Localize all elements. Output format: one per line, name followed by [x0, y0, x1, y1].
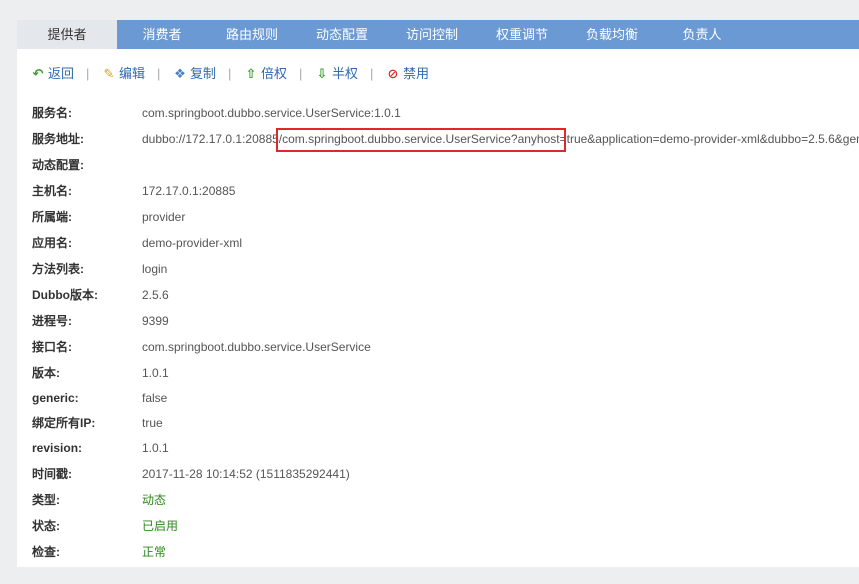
detail-row-methods: 方法列表: login	[32, 256, 859, 282]
toolbar-separator: |	[370, 66, 374, 81]
detail-row-generic: generic: false	[32, 385, 859, 411]
field-label: 所属端:	[32, 210, 72, 224]
detail-row-service-name: 服务名: com.springboot.dubbo.service.UserSe…	[32, 100, 859, 126]
detail-row-interface: 接口名: com.springboot.dubbo.service.UserSe…	[32, 334, 859, 360]
field-label: Dubbo版本:	[32, 288, 98, 302]
field-label: 进程号:	[32, 314, 72, 328]
forbid-label: 禁用	[403, 66, 430, 81]
provider-detail-panel: 提供者 消费者 路由规则 动态配置 访问控制 权重调节 负载均衡 负责人 ↶ 返回…	[17, 20, 859, 567]
detail-row-check: 检查: 正常	[32, 539, 859, 565]
toolbar-separator: |	[157, 66, 161, 81]
detail-row-timestamp: 时间戳: 2017-11-28 10:14:52 (1511835292441)	[32, 461, 859, 487]
arrow-up-icon: ⇧	[245, 66, 257, 81]
back-arrow-icon: ↶	[32, 66, 44, 81]
detail-row-bind-all-ip: 绑定所有IP: true	[32, 410, 859, 436]
tab-access-control[interactable]: 访问控制	[387, 20, 477, 49]
forbid-button[interactable]: ⊘ 禁用	[386, 64, 429, 84]
copy-button[interactable]: ❖ 复制	[173, 64, 216, 84]
tab-weights[interactable]: 权重调节	[477, 20, 567, 49]
field-label: 服务名:	[32, 106, 72, 120]
field-value: true	[142, 416, 163, 430]
copy-icon: ❖	[174, 66, 186, 81]
detail-row-status: 状态: 已启用	[32, 513, 859, 539]
field-label: 主机名:	[32, 184, 72, 198]
field-value: provider	[142, 210, 186, 224]
arrow-down-icon: ⇩	[316, 66, 328, 81]
detail-row-host: 主机名: 172.17.0.1:20885	[32, 178, 859, 204]
check-status: 正常	[142, 545, 167, 559]
field-value: 9399	[142, 314, 169, 328]
field-value: 2017-11-28 10:14:52 (1511835292441)	[142, 467, 350, 481]
back-label: 返回	[48, 66, 75, 81]
detail-row-application: 应用名: demo-provider-xml	[32, 230, 859, 256]
field-value: 172.17.0.1:20885	[142, 184, 236, 198]
field-label: 方法列表:	[32, 262, 84, 276]
pencil-icon: ✎	[103, 66, 115, 81]
detail-row-dubbo-version: Dubbo版本: 2.5.6	[32, 282, 859, 308]
field-value: 2.5.6	[142, 288, 169, 302]
edit-label: 编辑	[119, 66, 146, 81]
toolbar-separator: |	[86, 66, 90, 81]
tab-load-balance[interactable]: 负载均衡	[567, 20, 657, 49]
field-label: 时间戳:	[32, 467, 72, 481]
tab-owners[interactable]: 负责人	[657, 20, 747, 49]
double-weight-button[interactable]: ⇧ 倍权	[244, 64, 287, 84]
field-label: revision:	[32, 441, 83, 455]
tab-providers[interactable]: 提供者	[17, 20, 117, 49]
forbid-icon: ⊘	[387, 66, 399, 81]
detail-row-version: 版本: 1.0.1	[32, 360, 859, 386]
action-toolbar: ↶ 返回 | ✎ 编辑 | ❖ 复制 | ⇧ 倍权 | ⇩ 半权 | ⊘ 禁用	[31, 64, 859, 84]
tab-routes[interactable]: 路由规则	[207, 20, 297, 49]
highlight-annotation-box	[276, 128, 566, 152]
back-button[interactable]: ↶ 返回	[31, 64, 74, 84]
field-label: 检查:	[32, 545, 60, 559]
field-label: 类型:	[32, 493, 60, 507]
toolbar-separator: |	[228, 66, 232, 81]
detail-row-type: 类型: 动态	[32, 487, 859, 513]
field-value: 1.0.1	[142, 366, 169, 380]
tab-consumers[interactable]: 消费者	[117, 20, 207, 49]
toolbar-separator: |	[299, 66, 303, 81]
field-label: 动态配置:	[32, 158, 84, 172]
field-value: demo-provider-xml	[142, 236, 243, 250]
detail-row-revision: revision: 1.0.1	[32, 435, 859, 461]
field-value: login	[142, 262, 168, 276]
field-label: 版本:	[32, 366, 60, 380]
tab-dynamic-config[interactable]: 动态配置	[297, 20, 387, 49]
field-value: 1.0.1	[142, 441, 169, 455]
field-label: 服务地址:	[32, 132, 84, 146]
field-label: 状态:	[32, 519, 60, 533]
field-label: 应用名:	[32, 236, 72, 250]
type-value: 动态	[142, 493, 167, 507]
detail-row-side: 所属端: provider	[32, 204, 859, 230]
tab-bar: 提供者 消费者 路由规则 动态配置 访问控制 权重调节 负载均衡 负责人	[17, 20, 859, 49]
edit-button[interactable]: ✎ 编辑	[102, 64, 145, 84]
field-label: 接口名:	[32, 340, 72, 354]
field-label: 绑定所有IP:	[32, 416, 96, 430]
field-value: false	[142, 391, 168, 405]
field-value: com.springboot.dubbo.service.UserService…	[142, 106, 401, 120]
field-label: generic:	[32, 391, 79, 405]
half-weight-label: 半权	[332, 66, 359, 81]
status-badge: 已启用	[142, 519, 179, 533]
detail-row-pid: 进程号: 9399	[32, 308, 859, 334]
field-value: com.springboot.dubbo.service.UserService	[142, 340, 371, 354]
half-weight-button[interactable]: ⇩ 半权	[315, 64, 358, 84]
double-weight-label: 倍权	[261, 66, 288, 81]
copy-label: 复制	[190, 66, 217, 81]
detail-row-dynamic-config: 动态配置:	[32, 152, 859, 178]
